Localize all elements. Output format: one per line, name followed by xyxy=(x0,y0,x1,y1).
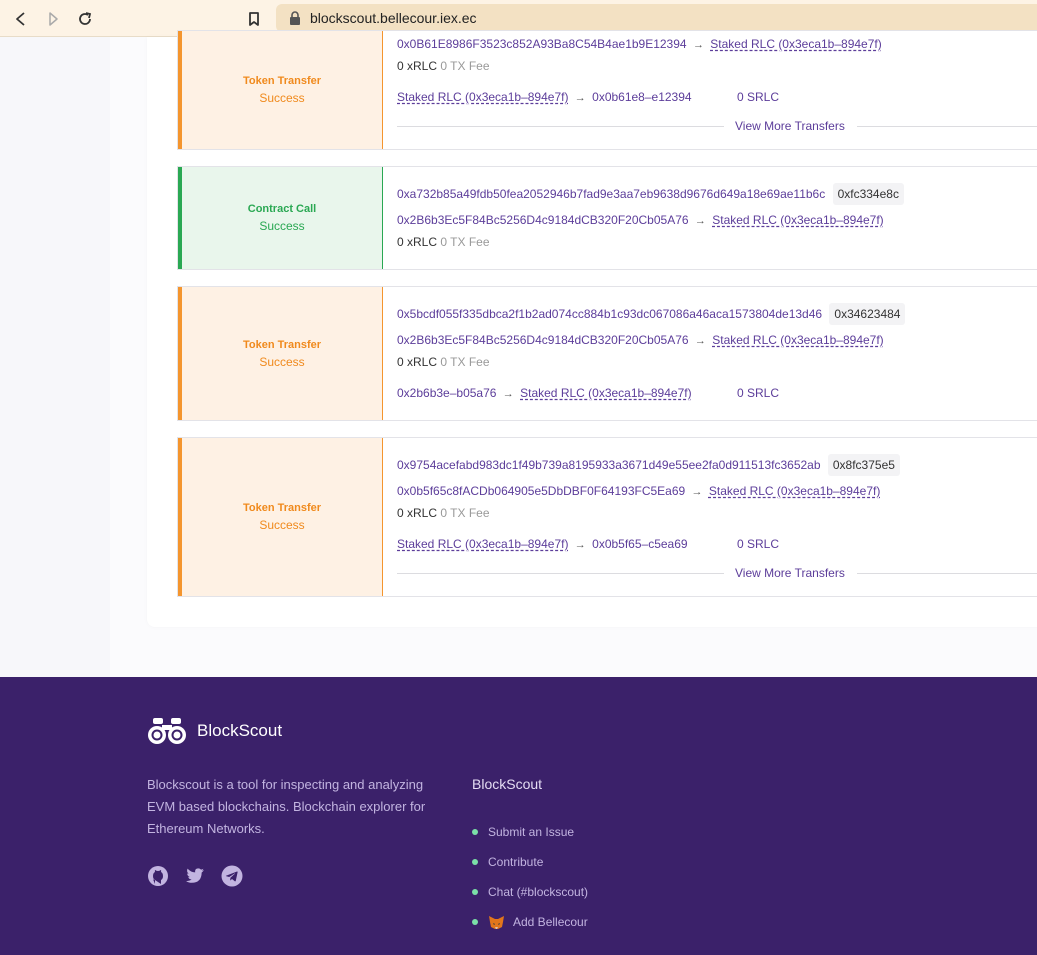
tx-type-tile: Contract Call Success xyxy=(178,167,383,269)
tx-value: 0 xRLC xyxy=(397,506,438,520)
from-address-link[interactable]: 0x2B6b3Ec5F84Bc5256D4c9184dCB320F20Cb05A… xyxy=(397,213,689,227)
transfer-amount[interactable]: 0 SRLC xyxy=(737,386,779,400)
bullet-icon xyxy=(472,919,478,925)
tx-fee: 0 TX Fee xyxy=(440,355,490,369)
view-more-transfers[interactable]: View More Transfers xyxy=(397,119,1037,133)
footer-links: Submit an Issue Contribute Chat (#blocks… xyxy=(472,817,588,937)
address-bar[interactable]: blockscout.bellecour.iex.ec xyxy=(276,4,1037,32)
tx-value: 0 xRLC xyxy=(397,235,438,249)
from-address-link[interactable]: 0x0b5f65c8fACDb064905e5DbDBF0F64193FC5Ea… xyxy=(397,484,685,498)
social-links xyxy=(147,865,258,887)
tx-type-label: Token Transfer xyxy=(242,75,322,87)
bullet-icon xyxy=(472,829,478,835)
tx-fee: 0 TX Fee xyxy=(440,506,490,520)
tx-hash-link[interactable]: 0x9754acefabd983dc1f49b739a8195933a3671d… xyxy=(397,458,821,472)
tx-type-label: Token Transfer xyxy=(242,502,322,514)
tx-status: Success xyxy=(259,354,305,369)
footer-logo[interactable]: BlockScout xyxy=(147,717,282,745)
footer-link-label[interactable]: Chat (#blockscout) xyxy=(488,885,588,899)
tx-fee: 0 TX Fee xyxy=(440,235,490,249)
tx-type-tile: Token Transfer Success xyxy=(178,438,383,596)
transfer-amount[interactable]: 0 SRLC xyxy=(737,537,779,551)
footer-link-contribute[interactable]: Contribute xyxy=(472,847,588,877)
footer-link-label[interactable]: Contribute xyxy=(488,855,543,869)
footer-link-label[interactable]: Submit an Issue xyxy=(488,825,574,839)
transaction-card[interactable]: Contract Call Success 0xa732b85a49fdb50f… xyxy=(177,166,1037,270)
transaction-card[interactable]: Token Transfer Success 0x5bcdf055f335dbc… xyxy=(177,286,1037,421)
arrow-icon: → xyxy=(694,215,706,227)
telegram-icon[interactable] xyxy=(221,865,243,887)
to-contract-link[interactable]: Staked RLC (0x3eca1b–894e7f) xyxy=(710,37,881,51)
tx-value: 0 xRLC xyxy=(397,355,438,369)
footer: BlockScout Blockscout is a tool for insp… xyxy=(0,677,1037,955)
transaction-card[interactable]: Token Transfer Success 0x9754acefabd983d… xyxy=(177,437,1037,597)
tx-type-label: Token Transfer xyxy=(242,338,322,351)
from-address-link[interactable]: 0x2B6b3Ec5F84Bc5256D4c9184dCB320F20Cb05A… xyxy=(397,333,689,347)
sidebar-background xyxy=(0,37,110,677)
transfer-to-link[interactable]: 0x0b61e8–e12394 xyxy=(592,90,691,104)
tx-status: Success xyxy=(259,219,305,233)
view-more-transfers[interactable]: View More Transfers xyxy=(397,566,1037,580)
transfer-amount[interactable]: 0 SRLC xyxy=(737,90,779,104)
footer-column-title: BlockScout xyxy=(472,776,543,792)
transfer-from-link[interactable]: 0x2b6b3e–b05a76 xyxy=(397,386,496,400)
view-more-label[interactable]: View More Transfers xyxy=(735,119,845,133)
twitter-icon[interactable] xyxy=(184,865,206,887)
tx-type-tile: Token Transfer Success xyxy=(178,287,383,420)
view-more-label[interactable]: View More Transfers xyxy=(735,566,845,580)
binoculars-icon xyxy=(148,718,186,744)
tx-type-tile: Token Transfer Success xyxy=(178,31,383,149)
arrow-icon: → xyxy=(691,486,703,498)
transfer-from-link[interactable]: Staked RLC (0x3eca1b–894e7f) xyxy=(397,90,568,104)
back-icon[interactable] xyxy=(11,9,31,29)
bookmark-icon[interactable] xyxy=(244,9,264,29)
arrow-icon: → xyxy=(692,39,704,51)
footer-link-submit-issue[interactable]: Submit an Issue xyxy=(472,817,588,847)
to-contract-link[interactable]: Staked RLC (0x3eca1b–894e7f) xyxy=(709,484,880,498)
transfer-to-link[interactable]: 0x0b5f65–c5ea69 xyxy=(592,537,687,551)
tx-hash-link[interactable]: 0xa732b85a49fdb50fea2052946b7fad9e3aa7eb… xyxy=(397,187,825,201)
footer-description: Blockscout is a tool for inspecting and … xyxy=(147,777,426,836)
footer-link-chat[interactable]: Chat (#blockscout) xyxy=(472,877,588,907)
block-badge[interactable]: 0xfc334e8c xyxy=(832,183,904,205)
tx-fee: 0 TX Fee xyxy=(440,59,490,73)
metamask-fox-icon xyxy=(489,915,504,929)
from-address-link[interactable]: 0x0B61E8986F3523c852A93Ba8C54B4ae1b9E123… xyxy=(397,37,687,51)
footer-link-label[interactable]: Add Bellecour xyxy=(513,915,588,929)
to-contract-link[interactable]: Staked RLC (0x3eca1b–894e7f) xyxy=(712,333,883,347)
arrow-icon: → xyxy=(574,92,586,104)
arrow-icon: → xyxy=(502,388,514,400)
github-icon[interactable] xyxy=(147,865,169,887)
to-contract-link[interactable]: Staked RLC (0x3eca1b–894e7f) xyxy=(712,213,883,227)
tx-status: Success xyxy=(259,518,305,532)
footer-brand: BlockScout xyxy=(197,721,283,740)
arrow-icon: → xyxy=(574,539,586,551)
tx-value: 0 xRLC xyxy=(397,59,438,73)
reload-icon[interactable] xyxy=(75,9,95,29)
bullet-icon xyxy=(472,859,478,865)
transfer-to-link[interactable]: Staked RLC (0x3eca1b–894e7f) xyxy=(520,386,691,400)
transfer-from-link[interactable]: Staked RLC (0x3eca1b–894e7f) xyxy=(397,537,568,551)
transaction-card[interactable]: Token Transfer Success 0x0B61E8986F3523c… xyxy=(177,30,1037,150)
arrow-icon: → xyxy=(694,335,706,347)
tx-type-label: Contract Call xyxy=(247,203,317,215)
footer-link-add-network[interactable]: Add Bellecour xyxy=(472,907,588,937)
url-text: blockscout.bellecour.iex.ec xyxy=(310,10,477,26)
block-badge[interactable]: 0x34623484 xyxy=(829,303,906,325)
bullet-icon xyxy=(472,889,478,895)
lock-icon xyxy=(290,11,300,25)
tx-status: Success xyxy=(259,91,305,105)
forward-icon[interactable] xyxy=(43,9,63,29)
block-badge[interactable]: 0x8fc375e5 xyxy=(827,454,900,476)
tx-hash-link[interactable]: 0x5bcdf055f335dbca2f1b2ad074cc884b1c93dc… xyxy=(397,307,822,321)
